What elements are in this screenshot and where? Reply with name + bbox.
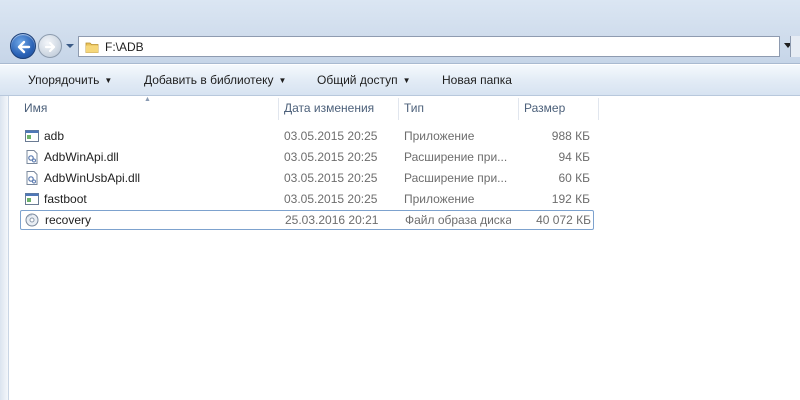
- column-separator[interactable]: [598, 98, 599, 120]
- organize-button[interactable]: Упорядочить ▼: [26, 65, 114, 96]
- application-icon: [25, 193, 39, 205]
- window-frame-top: F:\ADB: [0, 0, 800, 64]
- new-folder-button[interactable]: Новая папка: [440, 65, 514, 96]
- table-row[interactable]: AdbWinApi.dll 03.05.2015 20:25 Расширени…: [20, 147, 594, 167]
- file-name: AdbWinUsbApi.dll: [44, 171, 141, 185]
- file-size: 60 КБ: [558, 171, 590, 185]
- dll-icon: [26, 150, 38, 164]
- navigation-pane-edge: [0, 96, 9, 400]
- caret-down-icon: ▼: [402, 76, 411, 85]
- arrow-right-icon: [44, 41, 56, 53]
- file-date: 03.05.2015 20:25: [284, 171, 378, 185]
- organize-label: Упорядочить: [28, 73, 100, 87]
- column-header-date[interactable]: Дата изменения: [280, 96, 398, 122]
- file-name: adb: [44, 129, 65, 143]
- arrow-left-icon: [17, 40, 31, 54]
- column-separator[interactable]: [518, 98, 519, 120]
- table-row-selected[interactable]: recovery 25.03.2016 20:21 Файл образа ди…: [20, 210, 594, 230]
- column-header-size[interactable]: Размер: [520, 96, 598, 122]
- table-row[interactable]: adb 03.05.2015 20:25 Приложение 988 КБ: [20, 126, 594, 146]
- caret-down-icon: ▼: [278, 76, 287, 85]
- file-size: 94 КБ: [558, 150, 590, 164]
- file-date: 25.03.2016 20:21: [285, 213, 379, 227]
- share-label: Общий доступ: [317, 73, 398, 87]
- file-name: AdbWinApi.dll: [44, 150, 119, 164]
- column-header-name[interactable]: Имя: [20, 96, 278, 122]
- column-header-date-label: Дата изменения: [284, 101, 375, 115]
- address-bar[interactable]: F:\ADB: [78, 36, 780, 57]
- column-header-size-label: Размер: [524, 101, 566, 115]
- application-icon: [25, 130, 39, 142]
- column-header-type[interactable]: Тип: [400, 96, 518, 122]
- file-date: 03.05.2015 20:25: [284, 129, 378, 143]
- disk-image-icon: [25, 213, 39, 227]
- column-header-type-label: Тип: [404, 101, 425, 115]
- table-row[interactable]: AdbWinUsbApi.dll 03.05.2015 20:25 Расшир…: [20, 168, 594, 188]
- share-button[interactable]: Общий доступ ▼: [315, 65, 413, 96]
- column-header-name-label: Имя: [24, 101, 48, 115]
- column-headers: ▲ Имя Дата изменения Тип Размер: [0, 96, 800, 122]
- forward-button[interactable]: [38, 34, 62, 58]
- add-to-library-button[interactable]: Добавить в библиотеку ▼: [142, 65, 288, 96]
- file-type: Приложение: [404, 129, 475, 143]
- file-name: recovery: [45, 213, 92, 227]
- file-type: Расширение при...: [404, 171, 508, 185]
- folder-icon: [85, 42, 99, 53]
- new-folder-label: Новая папка: [442, 73, 512, 87]
- file-size: 192 КБ: [551, 192, 590, 206]
- file-size: 988 КБ: [551, 129, 590, 143]
- file-date: 03.05.2015 20:25: [284, 150, 378, 164]
- recent-pages-dropdown-icon[interactable]: [65, 42, 75, 50]
- file-type: Файл образа диска: [405, 213, 511, 227]
- file-name: fastboot: [44, 192, 87, 206]
- file-type: Приложение: [404, 192, 475, 206]
- file-type: Расширение при...: [404, 150, 508, 164]
- dll-icon: [26, 171, 38, 185]
- column-separator[interactable]: [398, 98, 399, 120]
- command-bar: Упорядочить ▼ Добавить в библиотеку ▼ Общи…: [0, 64, 800, 96]
- caret-down-icon: ▼: [104, 76, 113, 85]
- file-size: 40 072 КБ: [536, 213, 591, 227]
- table-row[interactable]: fastboot 03.05.2015 20:25 Приложение 192…: [20, 189, 594, 209]
- add-to-library-label: Добавить в библиотеку: [144, 73, 274, 87]
- back-button[interactable]: [10, 33, 36, 59]
- file-date: 03.05.2015 20:25: [284, 192, 378, 206]
- column-separator[interactable]: [278, 98, 279, 120]
- address-path: F:\ADB: [105, 40, 144, 54]
- refresh-button[interactable]: [790, 36, 800, 57]
